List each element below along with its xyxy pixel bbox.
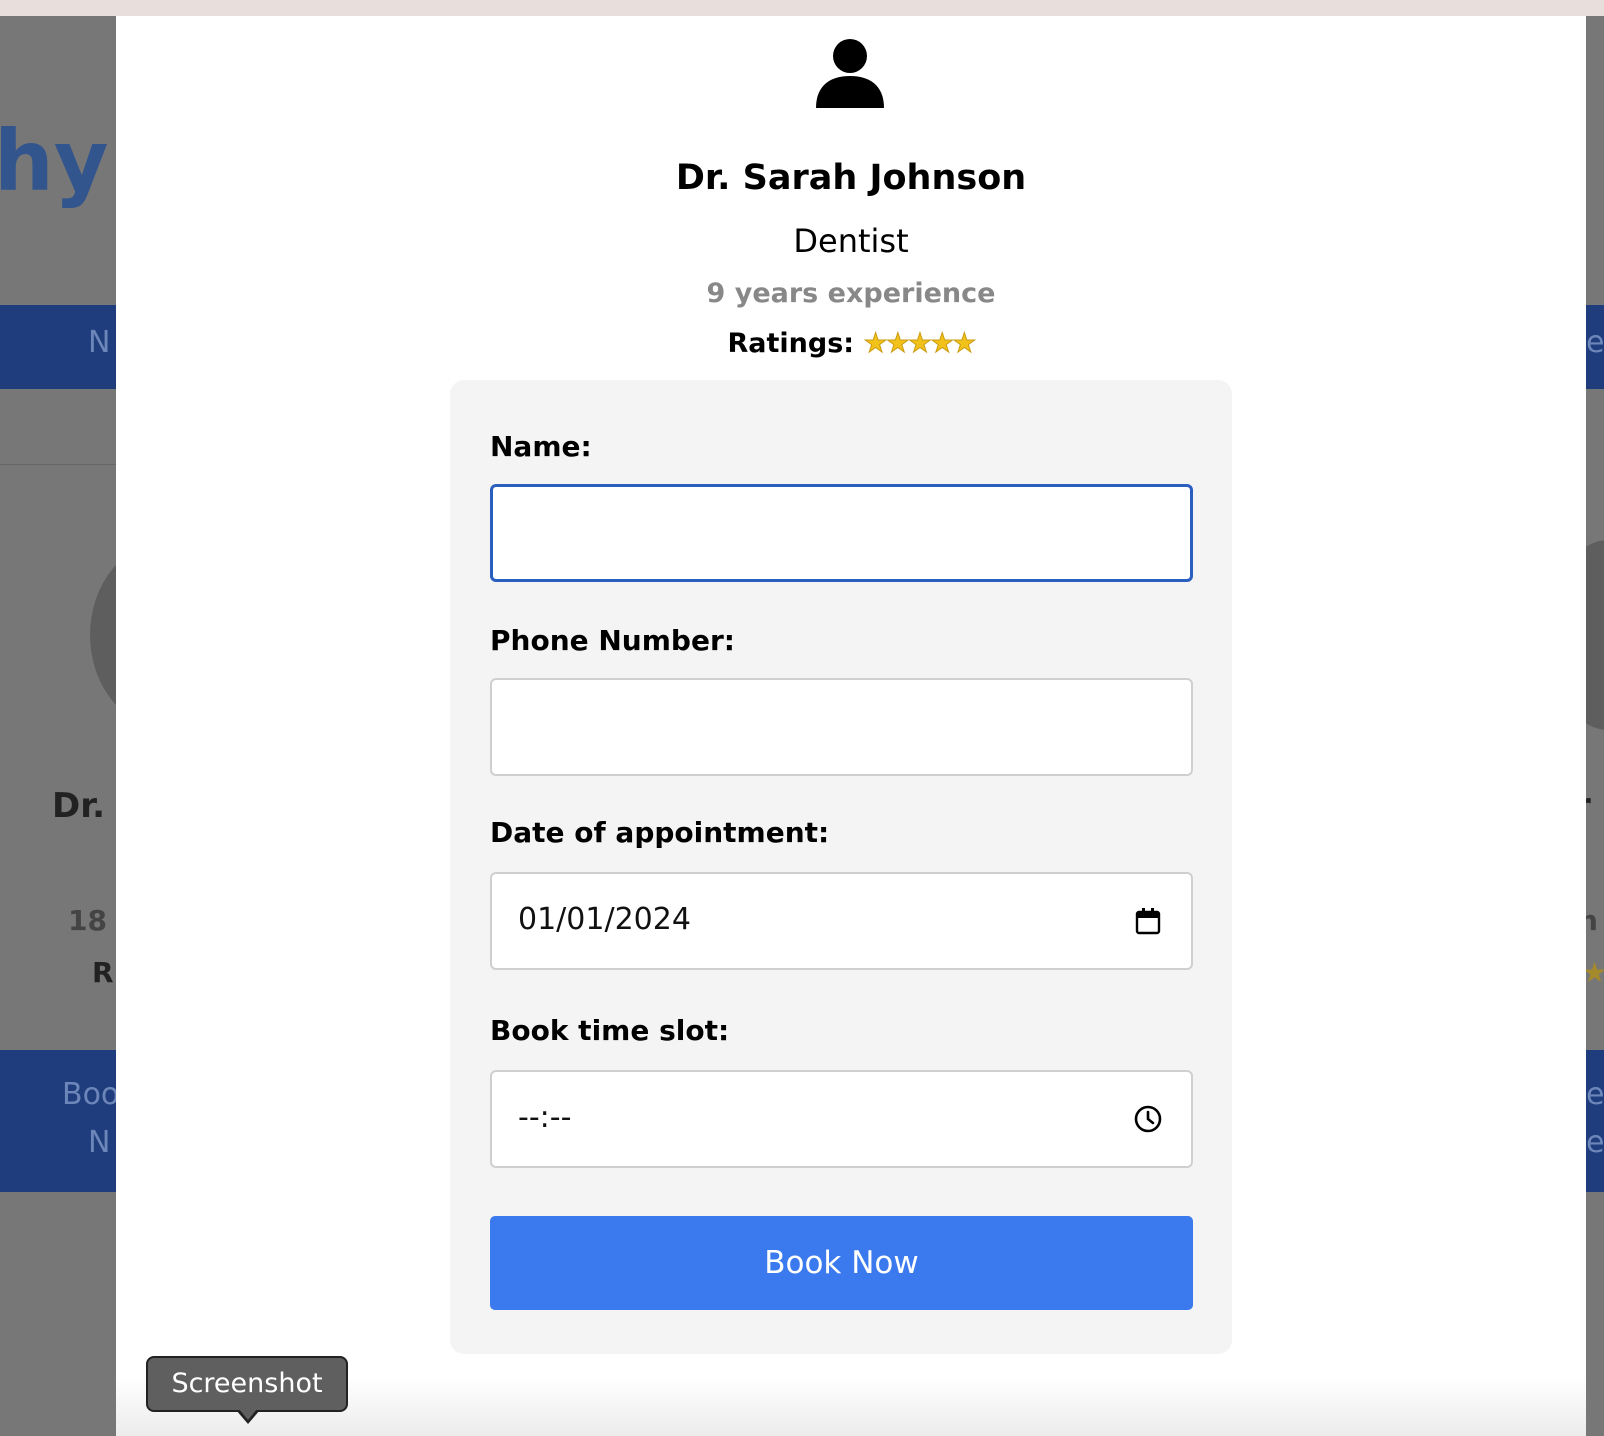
tooltip-tail-inner [239, 1409, 257, 1420]
book-now-button[interactable]: Book Now [490, 1216, 1193, 1310]
screenshot-tooltip: Screenshot [146, 1356, 348, 1412]
time-input-value: --:-- [518, 1100, 572, 1135]
background-ratings-left: R [92, 956, 114, 989]
browser-top-strip [0, 0, 1604, 16]
date-input-value: 01/01/2024 [518, 902, 691, 937]
background-nav-left-text: N [88, 325, 111, 360]
background-doctor-name-left: Dr. [52, 786, 106, 826]
background-book-left-line1: Boo [62, 1077, 120, 1112]
booking-form: Name: Phone Number: Date of appointment:… [450, 380, 1232, 1354]
user-icon [816, 39, 884, 108]
background-nav-right: e [1586, 305, 1604, 389]
doctor-ratings: Ratings: ★★★★★ [116, 328, 1586, 360]
background-nav-left: N [0, 305, 116, 389]
booking-modal: Dr. Sarah Johnson Dentist 9 years experi… [116, 16, 1586, 1436]
time-input[interactable]: --:-- [490, 1070, 1193, 1168]
clock-icon[interactable] [1133, 1104, 1163, 1134]
background-book-right-line2: e [1586, 1125, 1604, 1160]
time-label: Book time slot: [490, 1014, 730, 1047]
date-label: Date of appointment: [490, 816, 830, 849]
calendar-icon[interactable] [1133, 906, 1163, 936]
phone-label: Phone Number: [490, 624, 735, 657]
background-logo: hy [0, 112, 109, 210]
doctor-name: Dr. Sarah Johnson [675, 158, 1027, 198]
ratings-stars: ★★★★★ [863, 328, 977, 360]
name-input[interactable] [490, 484, 1193, 582]
doctor-specialty: Dentist [793, 222, 909, 260]
phone-input[interactable] [490, 678, 1193, 776]
date-input[interactable]: 01/01/2024 [490, 872, 1193, 970]
name-label: Name: [490, 430, 592, 463]
ratings-label: Ratings: [727, 328, 855, 359]
background-nav-right-text: e [1586, 325, 1604, 360]
background-divider [0, 464, 116, 465]
doctor-experience: 9 years experience [706, 278, 996, 309]
background-book-button-right: e e [1586, 1050, 1604, 1192]
background-book-button-left: Boo N [0, 1050, 120, 1192]
background-book-left-line2: N [88, 1125, 111, 1160]
background-book-right-line1: e [1586, 1077, 1604, 1112]
